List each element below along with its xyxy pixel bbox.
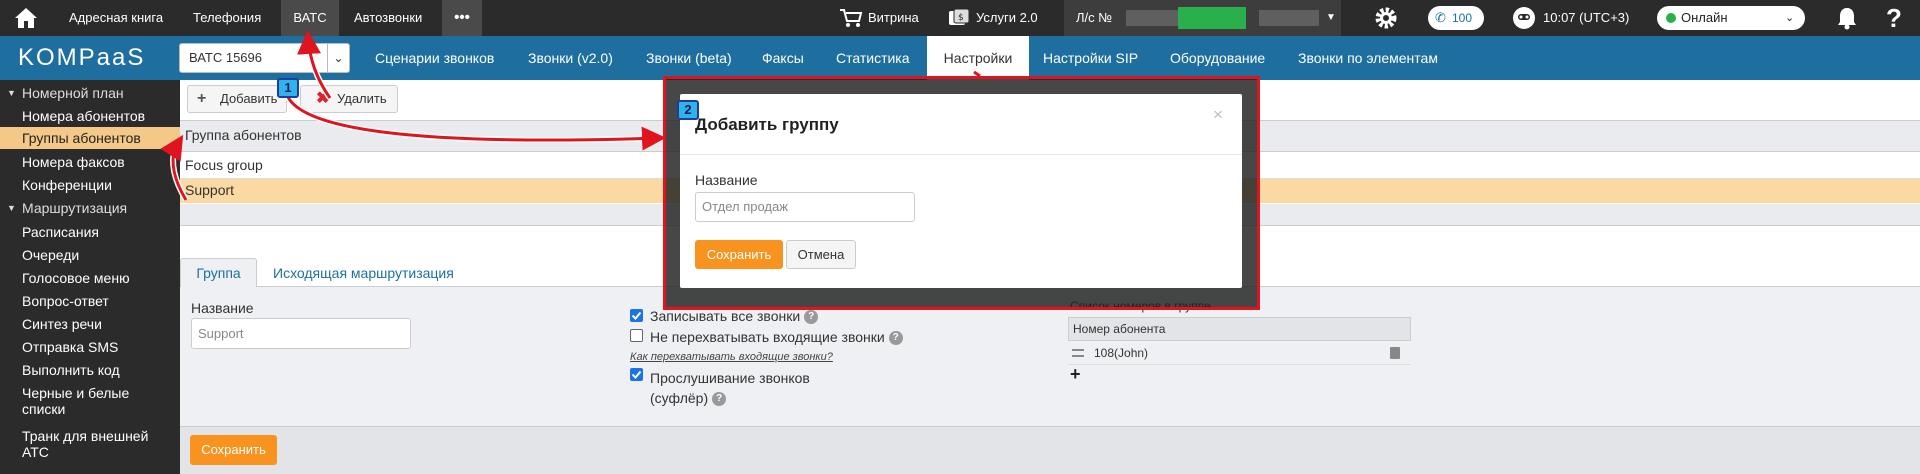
annotation-arrows bbox=[160, 30, 981, 202]
step-badge: 2 bbox=[677, 100, 699, 120]
step-badge: 1 bbox=[277, 78, 299, 98]
